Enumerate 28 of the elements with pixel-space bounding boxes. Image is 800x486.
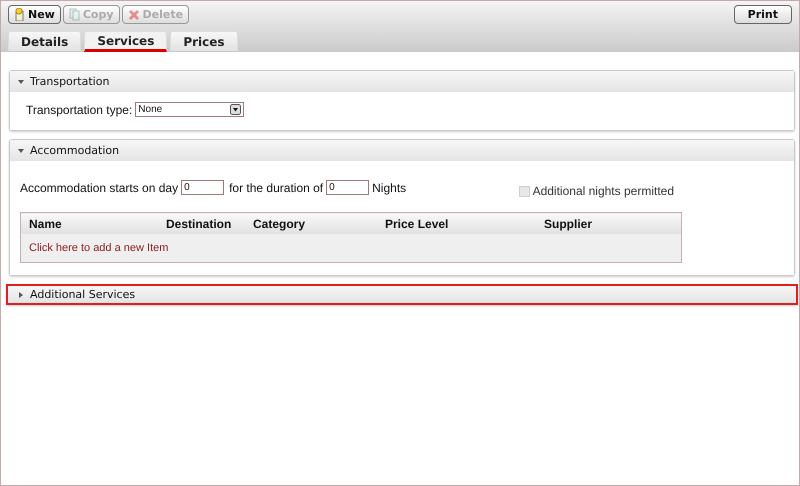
triangle-right-icon [18, 292, 24, 298]
input-field[interactable]: 0 [326, 180, 370, 195]
column-header[interactable]: Category [245, 212, 377, 234]
unit-label: Nights [372, 180, 406, 194]
transportation-dropdown[interactable]: None [135, 102, 244, 117]
triangle-down-icon [18, 78, 24, 84]
cross-icon [128, 8, 140, 20]
note-icon [14, 8, 25, 21]
checkbox-label: Additional nights permitted [532, 184, 674, 198]
new-button[interactable]: New [8, 5, 61, 24]
tab[interactable]: Details [8, 31, 82, 51]
column-header[interactable]: Name [20, 212, 158, 234]
field-label: for the duration of [229, 180, 324, 194]
field-label: Transportation type: [26, 102, 132, 116]
add-item-link[interactable]: Click here to add a new Item [29, 242, 168, 254]
triangle-down-icon [18, 148, 24, 154]
section-header[interactable]: Transportation [10, 71, 794, 92]
input-field[interactable]: 0 [181, 180, 224, 195]
section-header[interactable]: Additional Services [8, 286, 796, 303]
column-header[interactable]: Destination [158, 212, 245, 234]
tab[interactable]: Services [84, 31, 168, 52]
column-header[interactable]: Price Level [377, 212, 536, 234]
print-button[interactable]: Print [734, 5, 792, 24]
field-label: Accommodation starts on day [20, 180, 178, 194]
documents-icon [68, 8, 80, 21]
section-header[interactable]: Accommodation [10, 140, 794, 161]
tab[interactable]: Prices [170, 31, 238, 51]
column-header[interactable]: Supplier [536, 212, 682, 234]
